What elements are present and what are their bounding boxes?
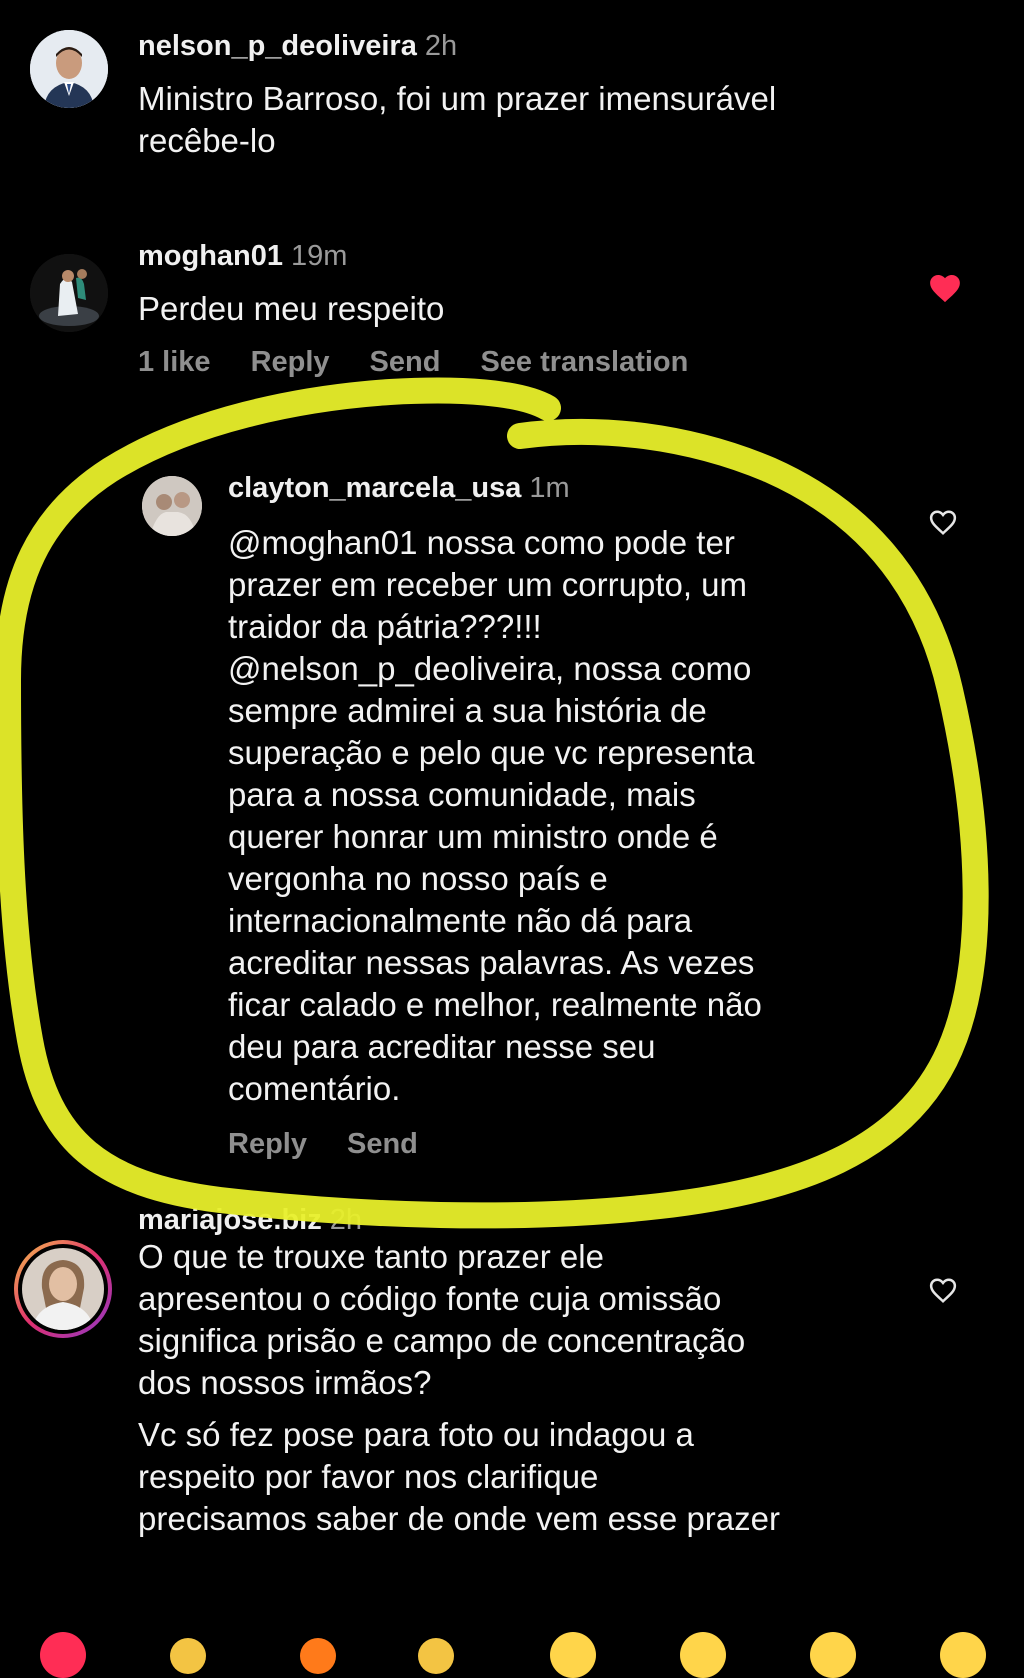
heart-outline-icon[interactable] — [928, 1276, 958, 1304]
comment-text-moghan: Perdeu meu respeito — [138, 288, 444, 330]
username-moghan[interactable]: moghan01 — [138, 240, 283, 272]
timestamp-moghan: 19m — [291, 240, 348, 272]
comment-line: @nelson_p_deoliveira, nossa como — [228, 650, 752, 687]
username-clayton[interactable]: clayton_marcela_usa — [228, 472, 521, 504]
comment-moghan: moghan01 19m Perdeu meu respeito 1 like Re… — [0, 200, 1024, 400]
heart-emoji-icon[interactable] — [40, 1632, 86, 1678]
laughing-emoji-icon[interactable] — [940, 1632, 986, 1678]
comment-line: Vc só fez pose para foto ou indagou a — [138, 1416, 694, 1453]
avatar-clayton[interactable] — [142, 476, 202, 536]
see-translation-link[interactable]: See translation — [480, 346, 688, 378]
username-nelson[interactable]: nelson_p_deoliveira — [138, 30, 417, 62]
fire-emoji-icon[interactable] — [300, 1638, 336, 1674]
comment-actions-clayton: Reply Send — [228, 1128, 458, 1161]
comment-line: traidor da pátria???!!! — [228, 608, 542, 645]
comment-line: para a nossa comunidade, mais — [228, 776, 696, 813]
comment-line: comentário. — [228, 1070, 401, 1107]
comment-text-mariajose: O que te trouxe tanto prazer ele apresen… — [138, 1236, 780, 1540]
crying-emoji-icon[interactable] — [550, 1632, 596, 1678]
comment-header-clayton: clayton_marcela_usa 1m — [228, 472, 570, 505]
comment-text-clayton: @moghan01 nossa como pode ter prazer em … — [228, 522, 762, 1110]
comment-nelson: nelson_p_deoliveira 2h Ministro Barroso, … — [0, 0, 1024, 200]
comment-line: recêbe-lo — [138, 122, 276, 159]
comment-mariajose: mariajose.biz 2h O que te trouxe tanto pr… — [0, 1204, 1024, 1630]
emoji-reaction-bar — [0, 1618, 1024, 1678]
comment-line: Perdeu meu respeito — [138, 290, 445, 327]
comment-header-mariajose: mariajose.biz 2h — [138, 1204, 362, 1237]
timestamp-mariajose: 2h — [329, 1204, 363, 1236]
comment-actions-moghan: 1 like Reply Send See translation — [138, 346, 728, 379]
comment-header-nelson: nelson_p_deoliveira 2h — [138, 30, 457, 63]
timestamp-nelson: 2h — [424, 30, 458, 62]
reply-button[interactable]: Reply — [228, 1128, 307, 1160]
comment-line: internacionalmente não dá para — [228, 902, 693, 939]
comment-line: Ministro Barroso, foi um prazer imensurá… — [138, 80, 777, 117]
comment-line: sempre admirei a sua história de — [228, 692, 707, 729]
comment-line: vergonha no nosso país e — [228, 860, 608, 897]
comment-line: ficar calado e melhor, realmente não — [228, 986, 762, 1023]
heart-eyes-emoji-icon[interactable] — [680, 1632, 726, 1678]
comment-line: apresentou o código fonte cuja omissão — [138, 1280, 722, 1317]
heart-outline-icon[interactable] — [928, 508, 958, 536]
clap-emoji-icon[interactable] — [418, 1638, 454, 1674]
timestamp-clayton: 1m — [529, 472, 570, 504]
comment-line: @moghan01 nossa como pode ter — [228, 524, 735, 561]
surprised-emoji-icon[interactable] — [810, 1632, 856, 1678]
comment-line: deu para acreditar nesse seu — [228, 1028, 656, 1065]
comment-line: O que te trouxe tanto prazer ele — [138, 1238, 604, 1275]
username-mariajose[interactable]: mariajose.biz — [138, 1204, 322, 1236]
raised-hands-emoji-icon[interactable] — [170, 1638, 206, 1674]
comment-line: dos nossos irmãos? — [138, 1364, 432, 1401]
heart-filled-icon[interactable] — [928, 272, 962, 304]
comment-line: superação e pelo que vc representa — [228, 734, 755, 771]
comment-line: prazer em receber um corrupto, um — [228, 566, 748, 603]
avatar-nelson[interactable] — [30, 30, 108, 108]
reply-button[interactable]: Reply — [251, 346, 330, 378]
comment-line: querer honrar um ministro onde é — [228, 818, 718, 855]
send-button[interactable]: Send — [370, 346, 441, 378]
comment-header-moghan: moghan01 19m — [138, 240, 347, 273]
comment-clayton: clayton_marcela_usa 1m @moghan01 nossa co… — [0, 450, 1024, 1170]
comment-text-nelson: Ministro Barroso, foi um prazer imensurá… — [138, 78, 776, 162]
comment-line: respeito por favor nos clarifique — [138, 1458, 599, 1495]
comment-line: acreditar nessas palavras. As vezes — [228, 944, 755, 981]
comment-line: precisamos saber de onde vem esse prazer — [138, 1500, 780, 1537]
like-count[interactable]: 1 like — [138, 346, 211, 378]
avatar-moghan[interactable] — [30, 254, 108, 332]
send-button[interactable]: Send — [347, 1128, 418, 1160]
comment-line: significa prisão e campo de concentração — [138, 1322, 746, 1359]
avatar-mariajose[interactable] — [14, 1240, 112, 1338]
